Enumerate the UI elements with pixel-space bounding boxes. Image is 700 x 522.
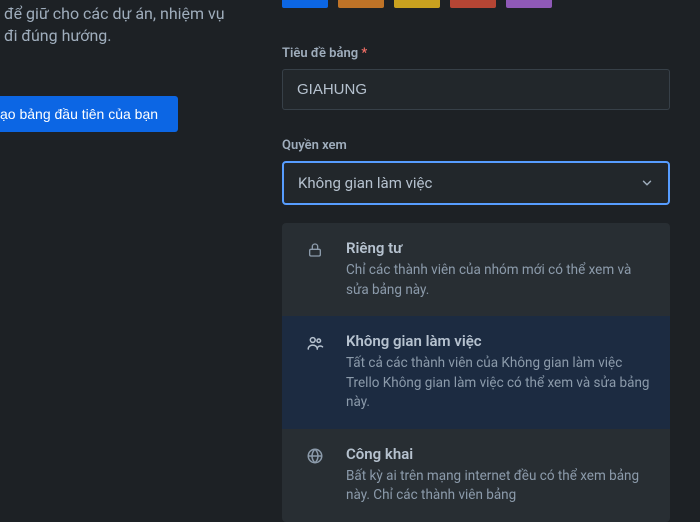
visibility-select[interactable]: Không gian làm việc	[282, 161, 670, 205]
option-body: Công khai Bất kỳ ai trên mạng internet đ…	[346, 445, 652, 506]
background-color-swatches	[282, 0, 670, 8]
option-description: Bất kỳ ai trên mạng internet đều có thể …	[346, 467, 652, 506]
swatch-blue[interactable]	[282, 0, 328, 8]
option-description: Tất cả các thành viên của Không gian làm…	[346, 354, 652, 413]
option-body: Riêng tư Chỉ các thành viên của nhóm mới…	[346, 239, 652, 300]
option-title: Riêng tư	[346, 239, 652, 257]
chevron-down-icon	[640, 176, 654, 190]
option-description: Chỉ các thành viên của nhóm mới có thể x…	[346, 261, 652, 300]
option-body: Không gian làm việc Tất cả các thành viê…	[346, 332, 652, 413]
visibility-selected-value: Không gian làm việc	[298, 174, 432, 192]
visibility-dropdown: Riêng tư Chỉ các thành viên của nhóm mới…	[282, 223, 670, 522]
globe-icon	[304, 445, 326, 465]
onboarding-description: để giữ cho các dự án, nhiệm vụ đi đúng h…	[0, 0, 240, 48]
required-asterisk: *	[361, 46, 367, 61]
create-board-form: Tiêu đề bảng * Quyền xem Không gian làm …	[282, 0, 670, 522]
visibility-label: Quyền xem	[282, 138, 670, 153]
swatch-purple[interactable]	[506, 0, 552, 8]
swatch-yellow[interactable]	[394, 0, 440, 8]
visibility-option-public[interactable]: Công khai Bất kỳ ai trên mạng internet đ…	[282, 429, 670, 522]
board-title-label-text: Tiêu đề bảng	[282, 46, 358, 61]
onboarding-panel: để giữ cho các dự án, nhiệm vụ đi đúng h…	[0, 0, 240, 132]
board-title-label: Tiêu đề bảng *	[282, 46, 670, 61]
visibility-option-workspace[interactable]: Không gian làm việc Tất cả các thành viê…	[282, 316, 670, 429]
lock-icon	[304, 239, 326, 259]
swatch-orange[interactable]	[338, 0, 384, 8]
visibility-option-private[interactable]: Riêng tư Chỉ các thành viên của nhóm mới…	[282, 223, 670, 316]
create-first-board-button[interactable]: ạo bảng đầu tiên của bạn	[0, 96, 178, 132]
swatch-red[interactable]	[450, 0, 496, 8]
option-title: Không gian làm việc	[346, 332, 652, 350]
people-icon	[304, 332, 326, 352]
option-title: Công khai	[346, 445, 652, 463]
board-title-input[interactable]	[282, 69, 670, 110]
